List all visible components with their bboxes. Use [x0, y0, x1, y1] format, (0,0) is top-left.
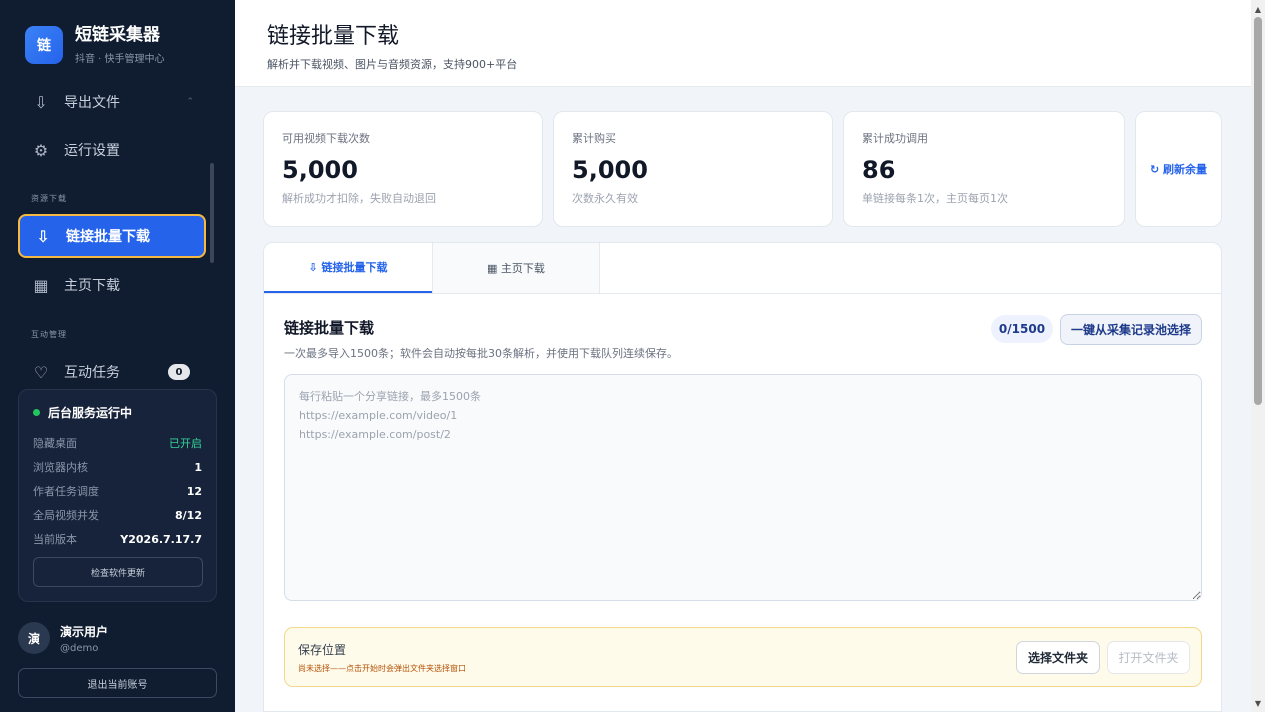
sidebar-item-batch-download[interactable]: ⇩ 链接批量下载 [18, 214, 206, 258]
status-row: 作者任务调度 12 [33, 479, 202, 503]
stat-value: 5,000 [572, 156, 648, 184]
sidebar-item-label: 链接批量下载 [66, 229, 150, 245]
scroll-thumb[interactable] [1254, 17, 1262, 405]
check-update-button[interactable]: 检查软件更新 [33, 557, 203, 587]
refresh-quota-button[interactable]: ↻ 刷新余量 [1135, 111, 1222, 227]
tab-bar: ⇩ 链接批量下载 ▦ 主页下载 [264, 243, 1221, 294]
sidebar-scrollbar[interactable] [210, 163, 214, 263]
save-location-box: 保存位置 尚未选择——点击开始时会弹出文件夹选择窗口 选择文件夹 打开文件夹 [284, 627, 1202, 687]
service-status-card: 后台服务运行中 隐藏桌面 已开启 浏览器内核 1 作者任务调度 12 全局视频并… [18, 389, 217, 602]
section-title: 链接批量下载 [284, 319, 375, 337]
scroll-up-icon[interactable]: ▲ [1251, 2, 1265, 16]
stat-note: 单链接每条1次，主页每页1次 [862, 192, 1008, 205]
count-badge: 0 [168, 364, 190, 380]
tab-batch-download[interactable]: ⇩ 链接批量下载 [264, 243, 432, 293]
download-icon: ⇩ [36, 226, 50, 246]
page-scrollbar[interactable]: ▲ ▼ [1251, 0, 1265, 712]
chevron-up-icon: ⌃ [186, 97, 194, 107]
status-row-value: 1 [194, 460, 202, 474]
user-name: 演示用户 [60, 624, 109, 639]
section-label-resources: 资源下载 [31, 194, 67, 203]
status-row-label: 当前版本 [33, 533, 77, 546]
status-row: 隐藏桌面 已开启 [33, 431, 202, 455]
status-row-label: 隐藏桌面 [33, 437, 77, 450]
brand-title: 短链采集器 [75, 25, 160, 45]
sidebar-item-export[interactable]: ⇩ 导出文件 ⌃ [18, 80, 206, 124]
save-note: 尚未选择——点击开始时会弹出文件夹选择窗口 [298, 664, 466, 673]
page-subtitle: 解析并下载视频、图片与音频资源，支持900+平台 [267, 58, 518, 71]
sidebar-item-label: 互动任务 [64, 365, 120, 381]
pick-from-pool-button[interactable]: 一键从采集记录池选择 [1060, 314, 1202, 345]
choose-folder-button[interactable]: 选择文件夹 [1016, 641, 1100, 674]
brand-logo: 链 [25, 25, 63, 64]
user-profile: 演 演示用户 @demo [18, 622, 108, 654]
status-row: 当前版本 Y2026.7.17.7 [33, 527, 202, 551]
stat-value: 5,000 [282, 156, 358, 184]
status-row-label: 全局视频并发 [33, 509, 99, 522]
link-counter: 0/1500 [991, 315, 1053, 343]
gear-icon: ⚙ [33, 140, 49, 160]
stat-note: 解析成功才扣除，失败自动退回 [282, 192, 436, 205]
sidebar-item-label: 导出文件 [64, 95, 120, 111]
stat-card-purchased: 累计购买 5,000 次数永久有效 [553, 111, 833, 227]
page-title: 链接批量下载 [267, 24, 400, 49]
status-row-value: Y2026.7.17.7 [120, 532, 202, 546]
stat-value: 86 [862, 156, 896, 184]
status-row-label: 浏览器内核 [33, 461, 88, 474]
status-title: 后台服务运行中 [48, 406, 133, 420]
status-row-value: 8/12 [175, 508, 202, 522]
sidebar-item-homepage-download[interactable]: ▦ 主页下载 [18, 263, 206, 307]
download-icon: ⇩ [34, 92, 48, 112]
status-row: 浏览器内核 1 [33, 455, 202, 479]
brand-subtitle: 抖音 · 快手管理中心 [75, 54, 165, 65]
sidebar: 链 短链采集器 抖音 · 快手管理中心 ⇩ 导出文件 ⌃ ⚙ 运行设置 资源下载… [0, 0, 235, 712]
save-title: 保存位置 [298, 643, 347, 657]
heart-icon: ♡ [33, 362, 49, 382]
status-dot-icon [33, 409, 40, 416]
page-header: 链接批量下载 解析并下载视频、图片与音频资源，支持900+平台 [235, 0, 1251, 87]
user-handle: @demo [60, 642, 99, 654]
logout-button[interactable]: 退出当前账号 [18, 668, 217, 698]
status-row-label: 作者任务调度 [33, 485, 99, 498]
status-row-value: 已开启 [169, 437, 202, 450]
stat-label: 累计成功调用 [862, 132, 928, 145]
status-row-value: 12 [186, 484, 202, 498]
grid-icon: ▦ [33, 275, 49, 295]
sidebar-item-label: 主页下载 [64, 278, 120, 294]
links-input[interactable] [284, 374, 1202, 601]
sidebar-item-interaction-tasks[interactable]: ♡ 互动任务 0 [18, 350, 206, 394]
stat-card-available: 可用视频下载次数 5,000 解析成功才扣除，失败自动退回 [263, 111, 543, 227]
section-label-interaction: 互动管理 [31, 330, 67, 339]
sidebar-item-label: 运行设置 [64, 143, 120, 159]
stat-card-success-calls: 累计成功调用 86 单链接每条1次，主页每页1次 [843, 111, 1125, 227]
download-panel: ⇩ 链接批量下载 ▦ 主页下载 链接批量下载 一次最多导入1500条；软件会自动… [263, 242, 1222, 712]
stat-note: 次数永久有效 [572, 192, 638, 205]
stat-label: 累计购买 [572, 132, 616, 145]
sidebar-item-settings[interactable]: ⚙ 运行设置 [18, 128, 206, 172]
tab-homepage-download[interactable]: ▦ 主页下载 [432, 243, 600, 293]
scroll-down-icon[interactable]: ▼ [1251, 696, 1265, 710]
section-description: 一次最多导入1500条；软件会自动按每批30条解析，并使用下载队列连续保存。 [284, 347, 678, 360]
status-row: 全局视频并发 8/12 [33, 503, 202, 527]
brand: 链 短链采集器 抖音 · 快手管理中心 [25, 24, 165, 65]
open-folder-button[interactable]: 打开文件夹 [1107, 641, 1190, 674]
avatar: 演 [18, 622, 50, 654]
stat-label: 可用视频下载次数 [282, 132, 370, 145]
